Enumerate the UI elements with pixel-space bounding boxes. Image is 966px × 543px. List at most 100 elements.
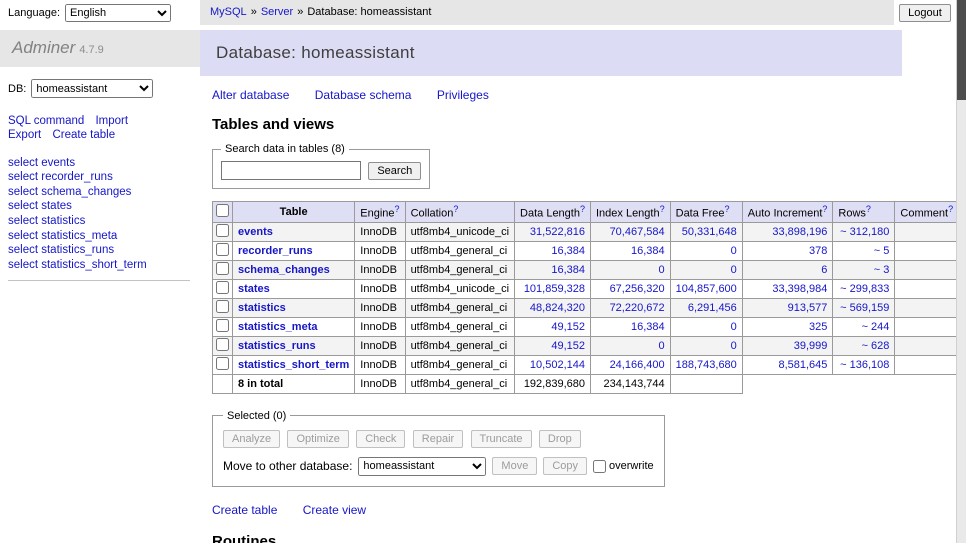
table-name-link[interactable]: events bbox=[238, 226, 273, 238]
create-view-link[interactable]: Create view bbox=[303, 503, 366, 517]
data-length-link[interactable]: 16,384 bbox=[551, 264, 585, 276]
rows-count-link[interactable]: ~ 312,180 bbox=[840, 226, 889, 238]
adminer-version: 4.7.9 bbox=[79, 44, 103, 56]
data-length-link[interactable]: 16,384 bbox=[551, 245, 585, 257]
sidebar-table-link-statistics-meta[interactable]: select statistics_meta bbox=[8, 230, 190, 244]
export-link[interactable]: Export bbox=[8, 129, 41, 141]
data-free-link[interactable]: 0 bbox=[731, 340, 737, 352]
sidebar-table-link-events[interactable]: select events bbox=[8, 157, 190, 171]
table-name-link[interactable]: statistics bbox=[238, 302, 286, 314]
data-free-link[interactable]: 6,291,456 bbox=[688, 302, 737, 314]
row-checkbox[interactable] bbox=[216, 300, 229, 313]
index-length-link[interactable]: 0 bbox=[659, 340, 665, 352]
row-checkbox[interactable] bbox=[216, 243, 229, 256]
row-checkbox[interactable] bbox=[216, 357, 229, 370]
rows-count-link[interactable]: ~ 569,159 bbox=[840, 302, 889, 314]
rows-count-link[interactable]: ~ 299,833 bbox=[840, 283, 889, 295]
row-checkbox[interactable] bbox=[216, 281, 229, 294]
auto-increment-link[interactable]: 33,398,984 bbox=[772, 283, 827, 295]
language-select[interactable]: English bbox=[65, 4, 171, 22]
sidebar-table-link-statistics-short-term[interactable]: select statistics_short_term bbox=[8, 259, 190, 273]
auto-increment-link[interactable]: 8,581,645 bbox=[778, 359, 827, 371]
sidebar-table-link-statistics[interactable]: select statistics bbox=[8, 215, 190, 229]
auto-increment-link[interactable]: 325 bbox=[809, 321, 827, 333]
data-free-link[interactable]: 104,857,600 bbox=[676, 283, 737, 295]
index-length-link[interactable]: 24,166,400 bbox=[610, 359, 665, 371]
copy-button: Copy bbox=[543, 457, 587, 475]
hint-icon[interactable]: ? bbox=[822, 204, 827, 214]
rows-count-link[interactable]: ~ 244 bbox=[862, 321, 890, 333]
data-free-link[interactable]: 188,743,680 bbox=[676, 359, 737, 371]
data-length-link[interactable]: 48,824,320 bbox=[530, 302, 585, 314]
table-name-link[interactable]: statistics_meta bbox=[238, 321, 318, 333]
data-length-link[interactable]: 101,859,328 bbox=[524, 283, 585, 295]
auto-increment-link[interactable]: 913,577 bbox=[788, 302, 828, 314]
data-free-link[interactable]: 0 bbox=[731, 321, 737, 333]
breadcrumb-server-link[interactable]: Server bbox=[261, 6, 293, 18]
row-checkbox[interactable] bbox=[216, 224, 229, 237]
rows-count-link[interactable]: ~ 136,108 bbox=[840, 359, 889, 371]
hint-icon[interactable]: ? bbox=[948, 204, 953, 214]
db-select[interactable]: homeassistant bbox=[31, 79, 153, 98]
select-all-checkbox[interactable] bbox=[216, 204, 229, 217]
row-checkbox[interactable] bbox=[216, 319, 229, 332]
data-length-link[interactable]: 10,502,144 bbox=[530, 359, 585, 371]
index-length-link[interactable]: 70,467,584 bbox=[610, 226, 665, 238]
database-schema-link[interactable]: Database schema bbox=[315, 88, 412, 102]
auto-increment-link[interactable]: 6 bbox=[821, 264, 827, 276]
move-db-select[interactable]: homeassistant bbox=[358, 457, 486, 476]
logout-button[interactable]: Logout bbox=[899, 4, 951, 22]
table-name-link[interactable]: recorder_runs bbox=[238, 245, 313, 257]
table-name-link[interactable]: states bbox=[238, 283, 270, 295]
hint-icon[interactable]: ? bbox=[580, 204, 585, 214]
data-length-link[interactable]: 31,522,816 bbox=[530, 226, 585, 238]
index-length-link[interactable]: 16,384 bbox=[631, 245, 665, 257]
sql-command-link[interactable]: SQL command bbox=[8, 115, 84, 127]
overwrite-checkbox[interactable] bbox=[593, 460, 606, 473]
hint-icon[interactable]: ? bbox=[660, 204, 665, 214]
auto-increment-link[interactable]: 33,898,196 bbox=[772, 226, 827, 238]
hint-icon[interactable]: ? bbox=[453, 204, 458, 214]
rows-count-link[interactable]: ~ 5 bbox=[874, 245, 890, 257]
data-length-link[interactable]: 49,152 bbox=[551, 340, 585, 352]
overwrite-label: overwrite bbox=[609, 460, 654, 472]
table-name-link[interactable]: statistics_runs bbox=[238, 340, 316, 352]
window-scrollbar[interactable] bbox=[956, 0, 966, 543]
rows-count-link[interactable]: ~ 3 bbox=[874, 264, 890, 276]
scrollbar-thumb[interactable] bbox=[957, 0, 966, 100]
adminer-logo[interactable]: Adminer bbox=[12, 38, 75, 57]
rows-count-link[interactable]: ~ 628 bbox=[862, 340, 890, 352]
table-name-link[interactable]: schema_changes bbox=[238, 264, 330, 276]
search-button[interactable]: Search bbox=[368, 162, 421, 180]
sidebar-actions: SQL command Import Export Create table bbox=[8, 114, 190, 143]
alter-database-link[interactable]: Alter database bbox=[212, 88, 289, 102]
index-length-link[interactable]: 0 bbox=[659, 264, 665, 276]
auto-increment-link[interactable]: 39,999 bbox=[794, 340, 828, 352]
data-free-link[interactable]: 0 bbox=[731, 264, 737, 276]
row-checkbox[interactable] bbox=[216, 262, 229, 275]
index-length-link[interactable]: 72,220,672 bbox=[610, 302, 665, 314]
create-table-link-sidebar[interactable]: Create table bbox=[52, 129, 115, 141]
hint-icon[interactable]: ? bbox=[725, 204, 730, 214]
breadcrumb-mysql-link[interactable]: MySQL bbox=[210, 6, 247, 18]
sidebar-table-link-recorder-runs[interactable]: select recorder_runs bbox=[8, 171, 190, 185]
import-link[interactable]: Import bbox=[95, 115, 128, 127]
privileges-link[interactable]: Privileges bbox=[437, 88, 489, 102]
table-name-link[interactable]: statistics_short_term bbox=[238, 359, 349, 371]
hint-icon[interactable]: ? bbox=[866, 204, 871, 214]
col-header-rows: Rows? bbox=[833, 202, 895, 223]
hint-icon[interactable]: ? bbox=[395, 204, 400, 214]
search-input[interactable] bbox=[221, 161, 361, 180]
sidebar-table-link-states[interactable]: select states bbox=[8, 200, 190, 214]
sidebar-table-link-schema-changes[interactable]: select schema_changes bbox=[8, 186, 190, 200]
index-length-link[interactable]: 67,256,320 bbox=[610, 283, 665, 295]
row-checkbox[interactable] bbox=[216, 338, 229, 351]
adminer-window: Language: English MySQL»Server»Database:… bbox=[0, 0, 966, 543]
sidebar-table-link-statistics-runs[interactable]: select statistics_runs bbox=[8, 244, 190, 258]
data-length-link[interactable]: 49,152 bbox=[551, 321, 585, 333]
data-free-link[interactable]: 0 bbox=[731, 245, 737, 257]
data-free-link[interactable]: 50,331,648 bbox=[682, 226, 737, 238]
index-length-link[interactable]: 16,384 bbox=[631, 321, 665, 333]
auto-increment-link[interactable]: 378 bbox=[809, 245, 827, 257]
create-table-link[interactable]: Create table bbox=[212, 503, 277, 517]
